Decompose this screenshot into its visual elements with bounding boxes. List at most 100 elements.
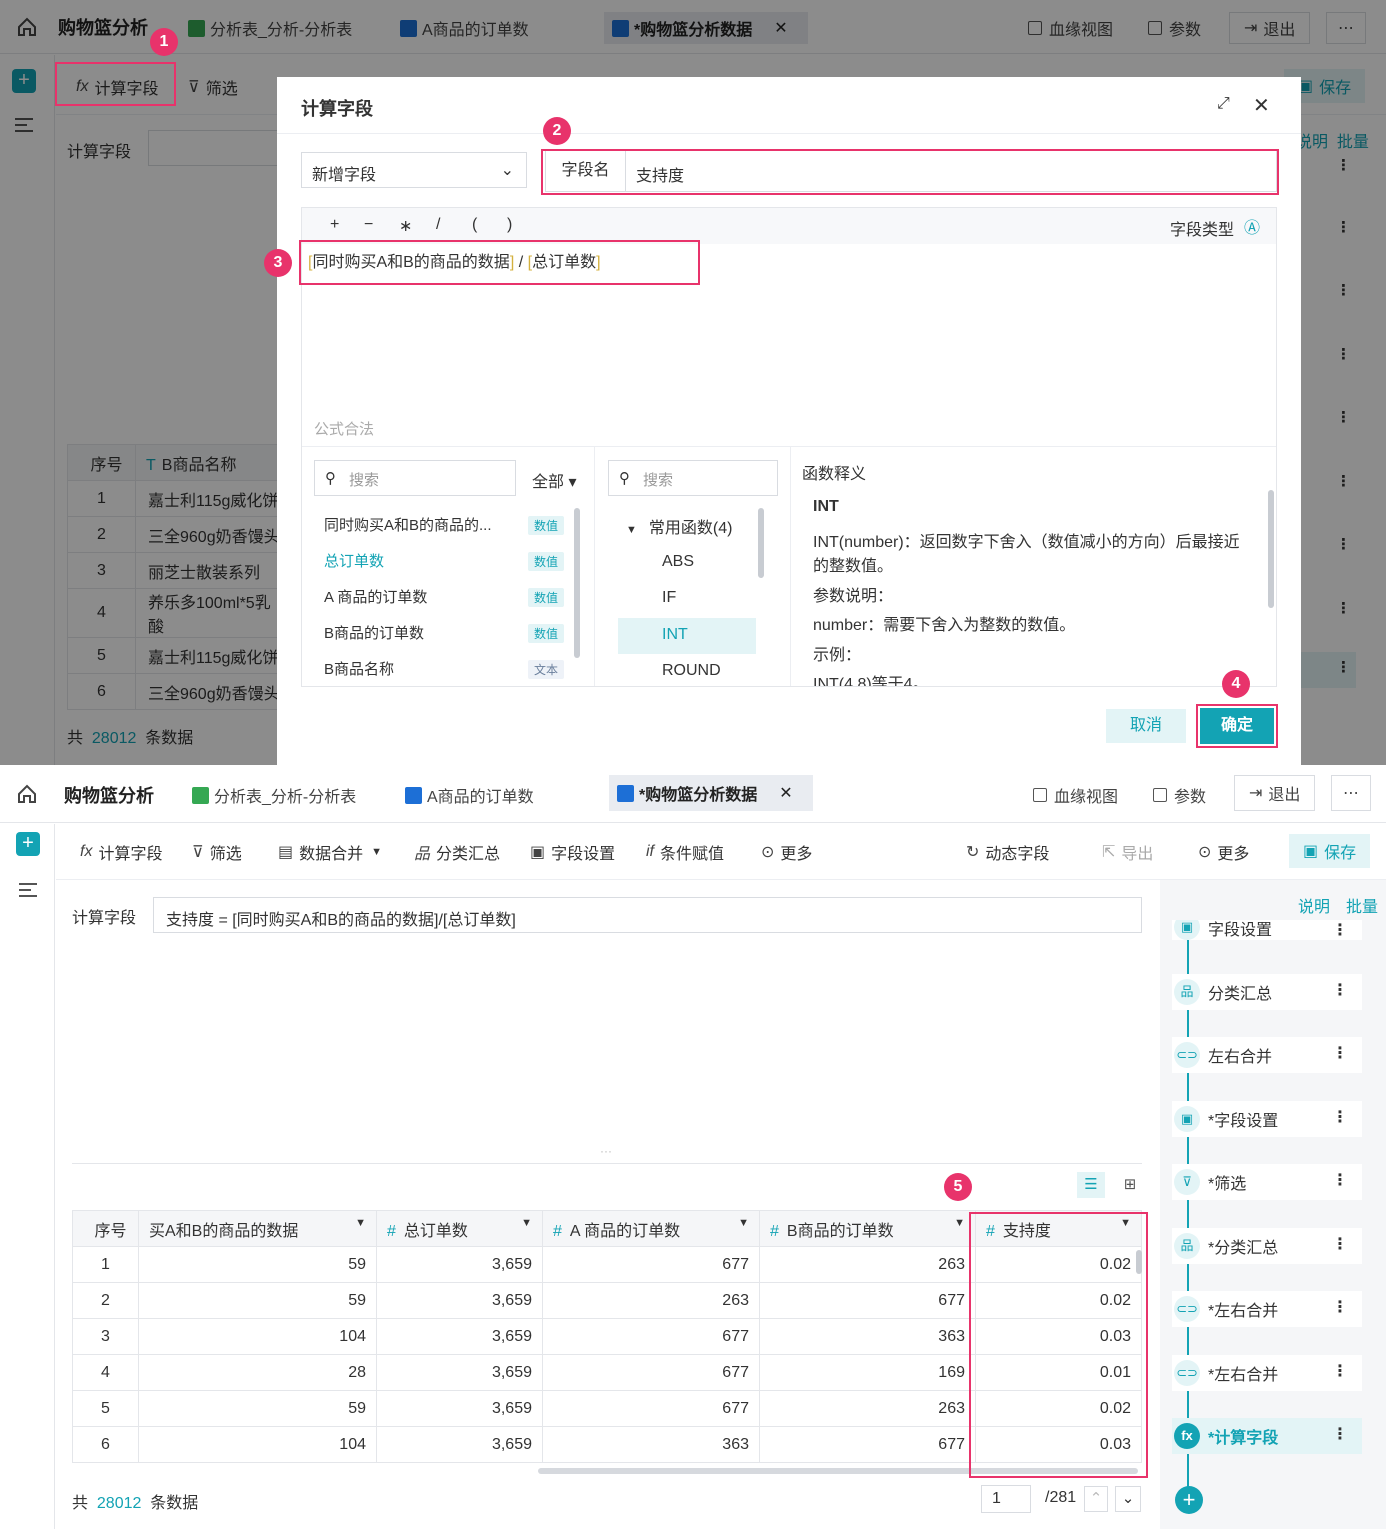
func-group[interactable]: ▼ 常用函数(4) bbox=[626, 514, 732, 538]
calc-field-button[interactable]: fx 计算字段 bbox=[80, 840, 162, 864]
more-icon[interactable]: ⋮ bbox=[1332, 920, 1348, 940]
field-settings-button[interactable]: ▣ 字段设置 bbox=[530, 840, 615, 864]
op-lparen[interactable]: ( bbox=[472, 216, 477, 234]
caret-down-icon[interactable]: ▼ bbox=[738, 1217, 749, 1229]
scrollbar[interactable] bbox=[1268, 490, 1274, 608]
divider bbox=[302, 446, 1276, 447]
step-item[interactable]: ⊽ *筛选 ⋮ bbox=[1172, 1164, 1362, 1200]
col-header[interactable]: 买A和B的商品的数据 ▼ bbox=[138, 1210, 377, 1247]
maximize-icon[interactable]: ⤢ bbox=[1217, 95, 1230, 113]
resize-handle[interactable]: ··· bbox=[600, 1144, 612, 1158]
step-item[interactable]: ⊂⊃ 左右合并 ⋮ bbox=[1172, 1037, 1362, 1073]
mode-select[interactable]: 新增字段 ⌄ bbox=[301, 152, 527, 188]
op-multiply[interactable]: ∗ bbox=[399, 216, 412, 236]
list-item[interactable]: 同时购买A和B的商品的... 数值 bbox=[324, 514, 574, 535]
func-item[interactable]: ROUND bbox=[662, 662, 721, 684]
func-item-selected[interactable]: INT bbox=[618, 618, 756, 654]
explain-link[interactable]: 说明 bbox=[1298, 893, 1330, 917]
scrollbar[interactable] bbox=[574, 508, 580, 658]
close-icon[interactable]: ✕ bbox=[1253, 93, 1270, 118]
tab-basket-data[interactable]: *购物篮分析数据 ✕ bbox=[609, 775, 813, 811]
batch-link[interactable]: 批量 bbox=[1346, 893, 1378, 917]
more-icon[interactable]: ⋮ bbox=[1332, 1043, 1348, 1063]
more-icon[interactable]: ⋮ bbox=[1332, 1170, 1348, 1190]
params-button[interactable]: 参数 bbox=[1153, 779, 1206, 811]
more-icon[interactable]: ⋮ bbox=[1332, 1234, 1348, 1254]
caret-down-icon[interactable]: ▼ bbox=[355, 1217, 366, 1229]
filter-icon: ⊽ bbox=[1174, 1169, 1200, 1195]
field-type-filter[interactable]: 全部 ▾ bbox=[532, 468, 577, 492]
col-header[interactable]: # B商品的订单数 ▼ bbox=[759, 1210, 976, 1247]
more2-button[interactable]: ⊙ 更多 bbox=[1198, 840, 1249, 864]
func-item[interactable]: ABS bbox=[662, 553, 694, 571]
op-minus[interactable]: − bbox=[364, 216, 373, 234]
calc-formula-display[interactable]: 支持度 = [同时购买A和B的商品的数据]/[总订单数] bbox=[153, 897, 1142, 933]
dynamic-field-button[interactable]: ↻ 动态字段 bbox=[966, 840, 1049, 864]
op-rparen[interactable]: ) bbox=[507, 216, 512, 234]
lineage-button[interactable]: 血缘视图 bbox=[1033, 779, 1118, 811]
home-icon[interactable] bbox=[16, 783, 38, 805]
ellipsis-icon: ⊙ bbox=[1198, 844, 1212, 861]
grid-view-icon[interactable]: ⊞ bbox=[1118, 1172, 1142, 1198]
divider bbox=[277, 133, 1301, 134]
list-item[interactable]: A 商品的订单数 数值 bbox=[324, 586, 574, 607]
scrollbar[interactable] bbox=[758, 508, 764, 578]
tab-analysis-table[interactable]: 分析表_分析-分析表 bbox=[184, 779, 364, 811]
step-item[interactable]: ▣ 字段设置 ⋮ bbox=[1172, 920, 1362, 940]
field-icon: ▣ bbox=[530, 844, 546, 861]
merge-icon: ▤ bbox=[278, 844, 294, 861]
add-icon[interactable]: + bbox=[16, 832, 40, 856]
step-item[interactable]: ⊂⊃ *左右合并 ⋮ bbox=[1172, 1355, 1362, 1391]
field-search-input[interactable]: ⚲ 搜索 bbox=[314, 460, 516, 496]
more-icon[interactable]: ⋮ bbox=[1332, 1424, 1348, 1444]
more-icon[interactable]: ⋮ bbox=[1332, 1361, 1348, 1381]
field-list: 同时购买A和B的商品的... 数值 总订单数 数值 A 商品的订单数 数值 B商品的订… bbox=[324, 514, 574, 694]
save-button[interactable]: ▣ 保存 bbox=[1289, 834, 1371, 868]
refresh-icon: ↻ bbox=[966, 844, 980, 861]
list-view-icon[interactable]: ☰ bbox=[1077, 1172, 1105, 1198]
step-item-active[interactable]: fx *计算字段 ⋮ bbox=[1172, 1418, 1362, 1454]
col-header[interactable]: # A 商品的订单数 ▼ bbox=[542, 1210, 760, 1247]
list-item[interactable]: B商品名称 文本 bbox=[324, 658, 574, 679]
number-type-icon: # bbox=[387, 1222, 396, 1240]
search-icon: ⚲ bbox=[619, 470, 630, 487]
filter-button[interactable]: ⊽ 筛选 bbox=[192, 840, 242, 864]
step-item[interactable]: ▣ *字段设置 ⋮ bbox=[1172, 1101, 1362, 1137]
divider bbox=[594, 446, 595, 686]
list-item[interactable]: 总订单数 数值 bbox=[324, 550, 574, 571]
list-item[interactable]: B商品的订单数 数值 bbox=[324, 622, 574, 643]
step-item[interactable]: ⊂⊃ *左右合并 ⋮ bbox=[1172, 1291, 1362, 1327]
more-menu-button[interactable]: ⋯ bbox=[1331, 775, 1371, 811]
export-button[interactable]: ⇱ 导出 bbox=[1102, 840, 1153, 864]
divider bbox=[790, 446, 791, 686]
op-divide[interactable]: / bbox=[436, 216, 440, 234]
field-type-icon[interactable]: Ⓐ bbox=[1244, 214, 1260, 238]
group-summary-button[interactable]: 品分类汇总 bbox=[414, 840, 500, 864]
cancel-button[interactable]: 取消 bbox=[1106, 709, 1186, 743]
page-input[interactable]: 1 bbox=[981, 1485, 1031, 1513]
op-plus[interactable]: + bbox=[330, 216, 339, 234]
caret-down-icon[interactable]: ▼ bbox=[954, 1217, 965, 1229]
more-icon[interactable]: ⋮ bbox=[1332, 1297, 1348, 1317]
close-icon[interactable]: ✕ bbox=[779, 783, 792, 803]
add-step-icon[interactable]: + bbox=[1175, 1486, 1203, 1514]
formula-status: 公式合法 bbox=[314, 421, 375, 438]
exit-button[interactable]: ⇥ 退出 bbox=[1234, 775, 1316, 811]
list-icon[interactable] bbox=[19, 883, 37, 897]
merge-button[interactable]: ▤ 数据合并 ▼ bbox=[278, 840, 382, 864]
func-item[interactable]: IF bbox=[662, 589, 676, 607]
tab-a-orders[interactable]: A商品的订单数 bbox=[397, 779, 542, 811]
prev-page-icon[interactable]: ⌃ bbox=[1084, 1486, 1108, 1512]
condition-button[interactable]: if 条件赋值 bbox=[646, 840, 724, 864]
more-button[interactable]: ⊙ 更多 bbox=[761, 840, 812, 864]
func-search-input[interactable]: ⚲ 搜索 bbox=[608, 460, 778, 496]
col-header[interactable]: # 总订单数 ▼ bbox=[376, 1210, 543, 1247]
step-item[interactable]: 品分类汇总 ⋮ bbox=[1172, 974, 1362, 1010]
filter-icon: ⊽ bbox=[192, 844, 204, 861]
exit-icon: ⇥ bbox=[1249, 785, 1263, 802]
next-page-icon[interactable]: ⌄ bbox=[1115, 1486, 1141, 1512]
caret-down-icon[interactable]: ▼ bbox=[521, 1217, 532, 1229]
more-icon[interactable]: ⋮ bbox=[1332, 1107, 1348, 1127]
step-item[interactable]: 品 *分类汇总 ⋮ bbox=[1172, 1228, 1362, 1264]
more-icon[interactable]: ⋮ bbox=[1332, 980, 1348, 1000]
